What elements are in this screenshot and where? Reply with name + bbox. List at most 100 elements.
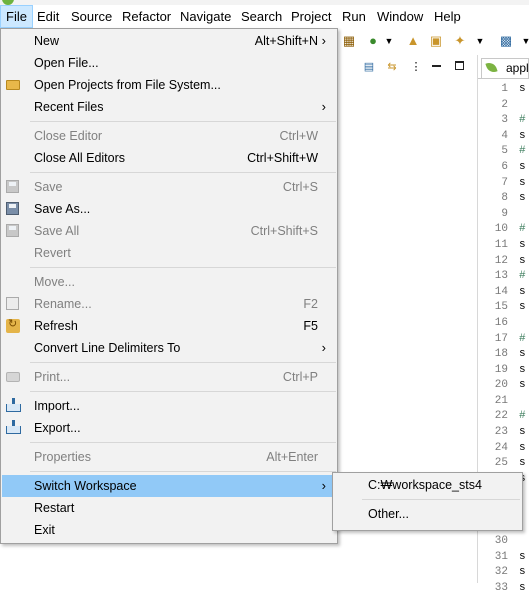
folder-icon [6, 77, 22, 93]
line-code: s [519, 363, 526, 376]
editor-line[interactable]: 21 [478, 394, 529, 410]
editor-line[interactable]: 25 s [478, 456, 529, 472]
submenu-arrow-icon: › [321, 478, 326, 493]
menu-search[interactable]: Search [236, 5, 287, 28]
editor-line[interactable]: 19 s [478, 363, 529, 379]
editor-line[interactable]: 11 s [478, 238, 529, 254]
editor-line[interactable]: 32 s [478, 565, 529, 581]
editor-line[interactable]: 14 s [478, 285, 529, 301]
line-number: 15 [494, 301, 508, 314]
editor-line[interactable]: 12 s [478, 254, 529, 270]
line-number: 19 [494, 363, 508, 376]
menu-item-label: Export... [34, 421, 81, 435]
menu-item-open-projects[interactable]: Open Projects from File System... [2, 74, 336, 96]
editor-tab[interactable]: appl [481, 58, 529, 78]
menu-item-convert-line-delimiters[interactable]: Convert Line Delimiters To › [2, 337, 336, 359]
maximize-icon[interactable] [455, 61, 464, 70]
editor-line[interactable]: 2 [478, 98, 529, 114]
line-number: 32 [494, 566, 508, 579]
menu-navigate[interactable]: Navigate [175, 5, 236, 28]
line-number: 2 [501, 98, 508, 111]
menu-source[interactable]: Source [66, 5, 117, 28]
perspective-dropdown-icon[interactable]: ▼ [518, 33, 529, 49]
line-code: s [519, 129, 526, 142]
open-type-icon[interactable]: ▲ [405, 33, 421, 49]
editor-line[interactable]: 31 s [478, 550, 529, 566]
menu-item-revert[interactable]: Revert [2, 242, 336, 264]
menu-item-save[interactable]: Save Ctrl+S [2, 176, 336, 198]
editor-line[interactable]: 22 # [478, 409, 529, 425]
run-dropdown-icon[interactable]: ▼ [381, 33, 397, 49]
submenu-item-workspace[interactable]: C:₩workspace_sts4 [334, 474, 521, 496]
menu-item-label: Open Projects from File System... [34, 78, 221, 92]
menu-item-label: Save [34, 180, 63, 194]
line-code: # [519, 270, 526, 283]
wand-dropdown-icon[interactable]: ▼ [472, 33, 488, 49]
editor-line[interactable]: 5 # [478, 144, 529, 160]
menu-run[interactable]: Run [337, 5, 371, 28]
editor-line[interactable]: 13 # [478, 269, 529, 285]
link-with-editor-icon[interactable]: ⇆ [385, 60, 399, 74]
run-icon[interactable]: ● [365, 33, 381, 49]
wand-icon[interactable]: ✦ [452, 33, 468, 49]
menu-item-label: Recent Files [34, 100, 104, 114]
submenu-arrow-icon: › [321, 33, 326, 48]
main-toolbar: ▦ ● ▼ ▲ ▣ ✦ ▼ ▩ ▼ [338, 28, 529, 55]
editor-line[interactable]: 30 [478, 534, 529, 550]
editor-line[interactable]: 20 s [478, 378, 529, 394]
editor-line[interactable]: 4s [478, 129, 529, 145]
editor-line[interactable]: 8s [478, 191, 529, 207]
menu-window[interactable]: Window [372, 5, 428, 28]
menu-refactor[interactable]: Refactor [117, 5, 176, 28]
open-folder-icon[interactable]: ▣ [428, 33, 444, 49]
menu-item-switch-workspace[interactable]: Switch Workspace › [2, 475, 336, 497]
editor-line[interactable]: 6s [478, 160, 529, 176]
switch-workspace-submenu: C:₩workspace_sts4 Other... [332, 472, 523, 531]
save-as-icon [6, 201, 22, 217]
editor-line[interactable]: 1s [478, 82, 529, 98]
minimize-icon[interactable] [432, 65, 441, 67]
menu-item-label: Rename... [34, 297, 92, 311]
menu-project[interactable]: Project [286, 5, 336, 28]
menu-item-move[interactable]: Move... [2, 271, 336, 293]
menu-item-import[interactable]: Import... [2, 395, 336, 417]
editor-line[interactable]: 15 s [478, 300, 529, 316]
line-number: 5 [501, 145, 508, 158]
editor-line[interactable]: 16 [478, 316, 529, 332]
editor-line[interactable]: 24 s [478, 441, 529, 457]
collapse-all-icon[interactable]: ▤ [362, 60, 376, 74]
menu-item-exit[interactable]: Exit [2, 519, 336, 541]
editor-line[interactable]: 23 s [478, 425, 529, 441]
menu-item-export[interactable]: Export... [2, 417, 336, 439]
menu-item-save-all[interactable]: Save All Ctrl+Shift+S [2, 220, 336, 242]
editor-line[interactable]: 18 s [478, 347, 529, 363]
editor-line[interactable]: 7s [478, 176, 529, 192]
menu-item-close-editor[interactable]: Close Editor Ctrl+W [2, 125, 336, 147]
menu-item-new[interactable]: New Alt+Shift+N › [2, 30, 336, 52]
submenu-item-other[interactable]: Other... [334, 503, 521, 525]
menu-item-properties[interactable]: Properties Alt+Enter [2, 446, 336, 468]
menu-item-rename[interactable]: Rename... F2 [2, 293, 336, 315]
editor-line[interactable]: 33 s [478, 581, 529, 597]
menu-help[interactable]: Help [429, 5, 466, 28]
menu-edit[interactable]: Edit [32, 5, 64, 28]
editor-line[interactable]: 3 # [478, 113, 529, 129]
menu-item-close-all-editors[interactable]: Close All Editors Ctrl+Shift+W [2, 147, 336, 169]
view-menu-icon[interactable]: ⋮ [409, 60, 423, 74]
menu-item-save-as[interactable]: Save As... [2, 198, 336, 220]
editor-line[interactable]: 9 [478, 207, 529, 223]
menu-file[interactable]: File [0, 5, 33, 28]
new-package-icon[interactable]: ▦ [341, 33, 357, 49]
perspective-icon[interactable]: ▩ [498, 33, 514, 49]
editor-line[interactable]: 17 # [478, 332, 529, 348]
submenu-arrow-icon: › [321, 99, 326, 114]
menu-item-restart[interactable]: Restart [2, 497, 336, 519]
menu-item-refresh[interactable]: Refresh F5 [2, 315, 336, 337]
menu-item-accelerator: Ctrl+Shift+S [250, 224, 318, 238]
line-code: s [519, 254, 526, 267]
editor-line[interactable]: 10 # [478, 222, 529, 238]
menu-item-recent-files[interactable]: Recent Files › [2, 96, 336, 118]
menu-item-print[interactable]: Print... Ctrl+P [2, 366, 336, 388]
line-code: s [519, 379, 526, 392]
menu-item-open-file[interactable]: Open File... [2, 52, 336, 74]
